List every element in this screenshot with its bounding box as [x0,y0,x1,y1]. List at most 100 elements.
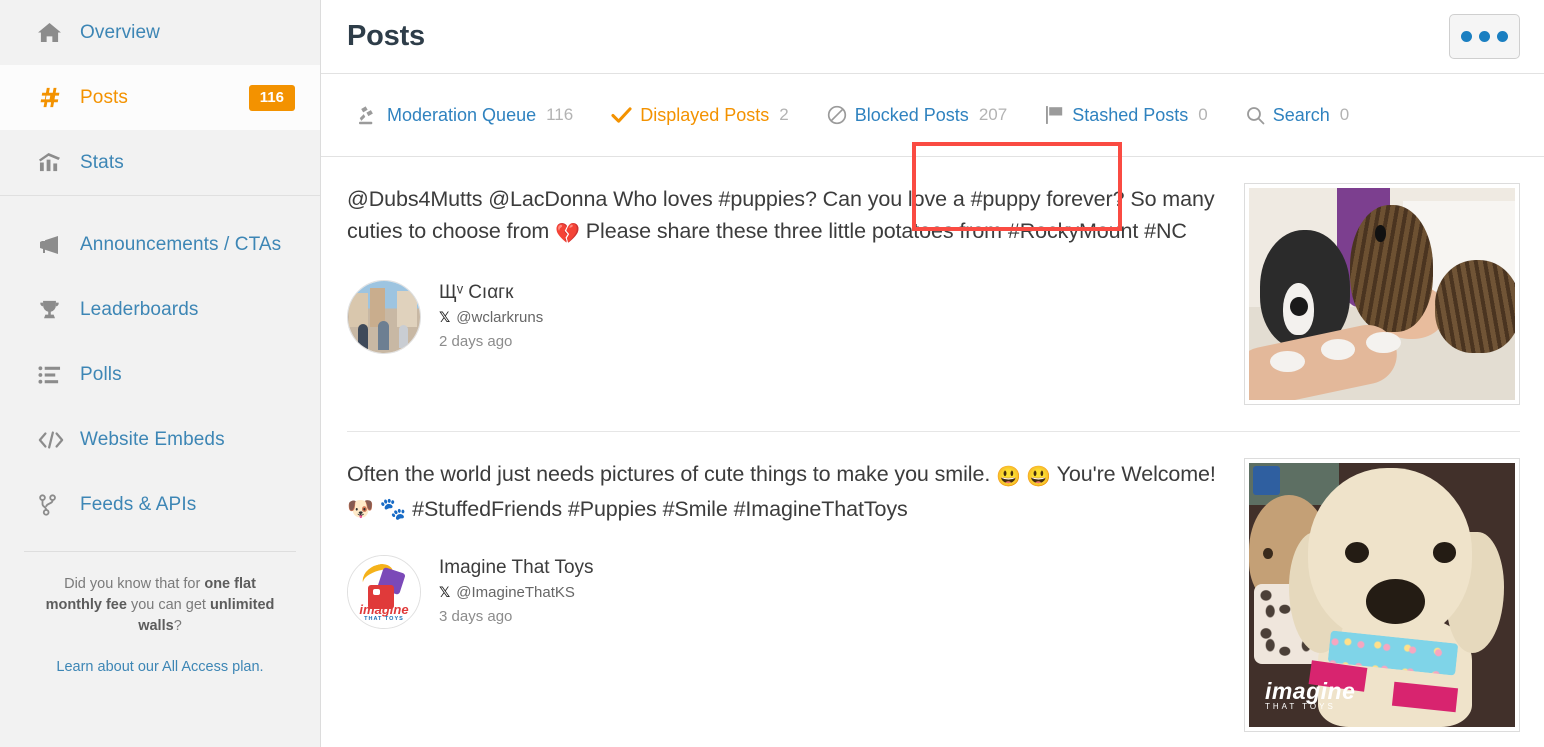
promo-text-b: you can get [126,597,210,613]
x-twitter-icon: 𝕏 [439,310,451,326]
tab-label: Blocked Posts [854,104,969,125]
main-header: Posts [321,0,1544,74]
tab-count: 0 [1198,105,1208,124]
sidebar-primary-nav: Overview Posts 116 Stats [0,0,320,196]
avatar[interactable]: imagine THAT TOYS [347,555,421,629]
tab-count: 2 [779,105,789,124]
tab-label: Moderation Queue [387,104,537,125]
tab-search[interactable]: Search 0 [1227,105,1369,126]
tab-moderation-queue[interactable]: Moderation Queue 116 [339,105,592,126]
author-meta: Imagine That Toys 𝕏 @ImagineThatKS 3 day… [439,555,594,629]
dot-icon [1479,31,1490,42]
main-content: Posts Moderation Queue 116 Displayed Pos… [321,0,1544,747]
post-media[interactable]: imagine THAT TOYS [1244,458,1520,732]
post-author: Щᵛ Сıαгк 𝕏 @wclarkruns 2 days ago [347,280,1222,354]
promo-text: Did you know that for one flat monthly f… [38,574,282,637]
promo-text-a: Did you know that for [64,576,205,592]
grinning-face-emoji: 😃 😃 [996,466,1052,488]
tab-label: Displayed Posts [640,104,770,125]
watermark-line-1: imagine [1264,678,1356,705]
app-root: Overview Posts 116 Stats Announcements /… [0,0,1544,747]
block-icon [827,105,847,125]
post-text-part: Often the world just needs pictures of c… [347,462,997,486]
author-meta: Щᵛ Сıαгк 𝕏 @wclarkruns 2 days ago [439,280,543,354]
dot-icon [1497,31,1508,42]
sidebar-item-label: Feeds & APIs [80,493,197,515]
tab-label: Search [1272,104,1330,125]
more-options-button[interactable] [1449,14,1520,59]
post-body: Often the world just needs pictures of c… [347,458,1222,732]
hashtag-icon [38,86,80,109]
sidebar-item-label: Polls [80,363,122,385]
flag-icon [1045,105,1064,125]
post-text-part: Please share these three little potatoes… [579,219,1187,243]
tab-stashed-posts[interactable]: Stashed Posts 0 [1026,105,1227,126]
author-handle-row: 𝕏 @wclarkruns [439,306,543,330]
search-icon [1246,106,1265,125]
bar-chart-icon [38,152,80,173]
sidebar-item-label: Leaderboards [80,298,199,320]
trophy-icon [38,299,80,321]
sidebar-item-feeds-apis[interactable]: Feeds & APIs [0,472,320,537]
dot-icon [1461,31,1472,42]
post-timestamp: 3 days ago [439,608,513,625]
x-twitter-icon: 𝕏 [439,585,451,601]
home-icon [38,22,80,43]
author-name: Imagine That Toys [439,557,594,578]
sidebar-promo: Did you know that for one flat monthly f… [0,552,320,676]
post-media[interactable] [1244,183,1520,405]
author-handle: @wclarkruns [456,309,544,326]
author-handle: @ImagineThatKS [456,584,575,601]
sidebar-item-label: Overview [80,21,160,43]
sidebar-item-label: Posts [80,86,129,108]
promo-text-c: ? [173,618,182,634]
sidebar-secondary-nav: Announcements / CTAs Leaderboards Polls … [0,196,320,537]
tab-blocked-posts[interactable]: Blocked Posts 207 [808,105,1026,126]
tab-count: 207 [978,105,1008,124]
sidebar-item-leaderboards[interactable]: Leaderboards [0,277,320,342]
avatar-logo-subtext: THAT TOYS [364,616,404,623]
sidebar-item-overview[interactable]: Overview [0,0,320,65]
tab-label: Stashed Posts [1072,104,1189,125]
post-timestamp: 2 days ago [439,333,513,350]
avatar-image [348,281,420,353]
sidebar-item-announcements[interactable]: Announcements / CTAs [0,212,320,277]
puppies-photo [1249,188,1515,400]
post-item[interactable]: @Dubs4Mutts @LacDonna Who loves #puppies… [347,157,1520,432]
branch-icon [38,493,80,516]
sidebar-item-polls[interactable]: Polls [0,342,320,407]
tab-count: 0 [1339,105,1350,124]
media-watermark: imagine THAT TOYS [1264,678,1356,712]
post-tabs: Moderation Queue 116 Displayed Posts 2 B… [321,74,1544,231]
sidebar-item-label: Announcements / CTAs [80,233,282,255]
author-name: Щᵛ Сıαгк [439,282,514,303]
post-author: imagine THAT TOYS Imagine That Toys 𝕏 @I… [347,555,1222,629]
post-item[interactable]: Often the world just needs pictures of c… [347,432,1520,747]
gavel-icon [358,105,379,125]
sidebar-item-posts[interactable]: Posts 116 [0,65,320,130]
tab-count: 116 [546,105,574,124]
sidebar-item-website-embeds[interactable]: Website Embeds [0,407,320,472]
list-icon [38,365,80,385]
all-access-plan-link[interactable]: Learn about our All Access plan. [56,659,263,675]
code-icon [38,430,80,450]
page-title: Posts [347,20,425,52]
sidebar-posts-badge: 116 [248,84,295,111]
avatar-logo-text: imagine [359,602,409,618]
sidebar: Overview Posts 116 Stats Announcements /… [0,0,321,747]
plush-puppy-photo: imagine THAT TOYS [1249,463,1515,727]
avatar[interactable] [347,280,421,354]
post-body: @Dubs4Mutts @LacDonna Who loves #puppies… [347,183,1222,405]
check-icon [611,106,632,125]
tab-displayed-posts[interactable]: Displayed Posts 2 [592,105,808,126]
sidebar-item-label: Website Embeds [80,428,225,450]
post-text: Often the world just needs pictures of c… [347,458,1222,525]
megaphone-icon [38,235,80,255]
avatar-image: imagine THAT TOYS [348,556,420,628]
broken-heart-emoji: 💔 [555,223,580,245]
post-text: @Dubs4Mutts @LacDonna Who loves #puppies… [347,183,1222,250]
post-list: @Dubs4Mutts @LacDonna Who loves #puppies… [321,157,1544,747]
author-handle-row: 𝕏 @ImagineThatKS [439,581,594,605]
sidebar-item-stats[interactable]: Stats [0,130,320,195]
sidebar-item-label: Stats [80,151,124,173]
